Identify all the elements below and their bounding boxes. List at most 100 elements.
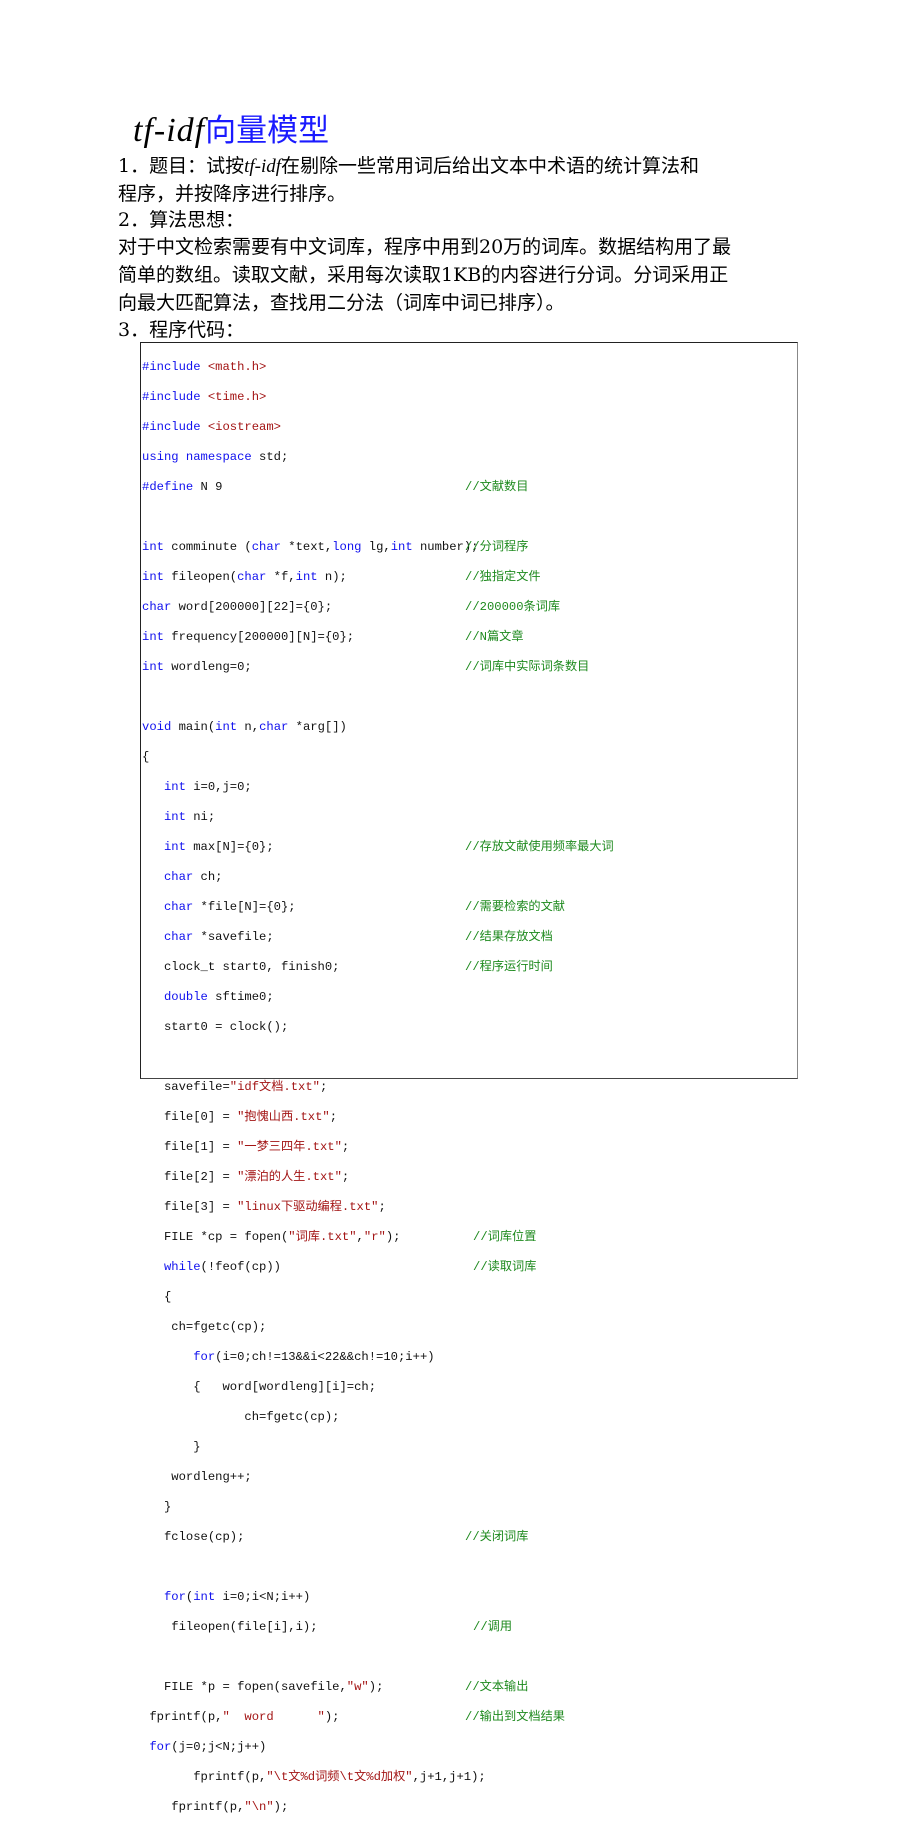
code-line: file[1] = "一梦三四年.txt"; [142, 1140, 486, 1155]
code-token: i=0;i<N;i++) [215, 1590, 311, 1604]
code-line: { [142, 1290, 486, 1305]
code-token: "r" [363, 1230, 386, 1244]
code-token: #include [142, 390, 208, 404]
code-line: for(int i=0;i<N;i++) [142, 1590, 486, 1605]
code-comment: //存放文献使用频率最大词 [465, 840, 614, 854]
code-token: ; [319, 1080, 328, 1094]
code-line: for(i=0;ch!=13&&i<22&&ch!=10;i++) [142, 1350, 486, 1365]
code-line: char *file[N]={0}; //需要检索的文献 [142, 900, 565, 915]
code-token: max[N]={0}; [185, 840, 274, 854]
code-line: ch=fgetc(cp); [142, 1410, 486, 1425]
code-line: char ch; [142, 870, 486, 885]
code-token: for [163, 1590, 186, 1604]
code-comment: //200000条词库 [465, 600, 561, 614]
code-token: (!feof(cp)) [200, 1260, 281, 1274]
code-comment: //文本输出 [465, 1680, 529, 1694]
code-line: #define N 9 //文献数目 [142, 480, 528, 495]
code-comment: //结果存放文档 [465, 930, 553, 944]
code-token: *text, [280, 540, 333, 554]
code-token: std; [251, 450, 289, 464]
code-token: fprintf(p, [142, 1800, 245, 1814]
code-token: "linux下驱动编程.txt" [237, 1200, 379, 1214]
code-line: } [142, 1440, 486, 1455]
code-line: fclose(cp); //关闭词库 [142, 1530, 528, 1545]
code-comment: //独指定文件 [465, 570, 541, 584]
code-line: int max[N]={0}; //存放文献使用频率最大词 [142, 840, 614, 855]
code-token: fprintf(p, [142, 1770, 267, 1784]
code-token: char [163, 870, 194, 884]
code-token: *f, [266, 570, 296, 584]
section-1-line-1: 1．题目：试按tf-idf在剔除一些常用词后给出文本中术语的统计算法和 [118, 152, 798, 181]
code-line: void main(int n,char *arg[]) [142, 720, 486, 735]
code-token: i=0,j=0; [185, 780, 252, 794]
code-token: int [215, 720, 238, 734]
code-line: } [142, 1500, 486, 1515]
code-line: wordleng++; [142, 1470, 486, 1485]
code-token: int [193, 1590, 216, 1604]
code-token: int [142, 660, 164, 674]
code-comment: //需要检索的文献 [465, 900, 565, 914]
code-block: #include <math.h> #include <time.h> #inc… [140, 342, 798, 1814]
code-token: wordleng=0; [163, 660, 252, 674]
code-token: while [163, 1260, 201, 1274]
code-comment: //关闭词库 [465, 1530, 529, 1544]
code-comment: //读取词库 [473, 1260, 537, 1274]
code-token: "\n" [244, 1800, 274, 1814]
code-comment: //调用 [473, 1620, 513, 1634]
code-token: int [163, 810, 186, 824]
code-line: fprintf(p,"\n"); [142, 1800, 486, 1815]
code-token: fileopen(file[i],i); [142, 1620, 318, 1634]
code-token: char [163, 930, 194, 944]
code-token: main( [171, 720, 216, 734]
code-listing: #include <math.h> #include <time.h> #inc… [142, 345, 614, 1830]
document-title: tf-idf向量模型 [133, 108, 329, 153]
code-token: { [142, 750, 150, 764]
code-line: char *savefile; //结果存放文档 [142, 930, 553, 945]
code-comment: //输出到文档结果 [465, 1710, 565, 1724]
code-token: int [142, 630, 164, 644]
code-token: int [163, 780, 186, 794]
section-1-prefix: 1．题目：试按 [118, 155, 245, 177]
code-token: ); [368, 1680, 384, 1694]
code-line: savefile="idf文档.txt"; [142, 1080, 486, 1095]
code-line: double sftime0; [142, 990, 486, 1005]
section-2-heading: 2．算法思想： [118, 209, 245, 231]
code-token: <iostream> [207, 420, 281, 434]
section-2-line-3: 向最大匹配算法，查找用二分法（词库中词已排序）。 [118, 292, 565, 314]
section-1-suffix: 在剔除一些常用词后给出文本中术语的统计算法和 [281, 155, 700, 177]
code-token: int [390, 540, 413, 554]
code-token: ); [385, 1230, 401, 1244]
code-token: *arg[]) [288, 720, 347, 734]
code-token: , [356, 1230, 364, 1244]
code-token: fprintf(p, [142, 1710, 223, 1724]
code-token: *savefile; [193, 930, 274, 944]
code-line: fprintf(p,"\t文%d词频\t文%d加权",j+1,j+1); [142, 1770, 486, 1785]
code-line: int i=0,j=0; [142, 780, 486, 795]
code-line: file[2] = "漂泊的人生.txt"; [142, 1170, 486, 1185]
code-token: (i=0;ch!=13&&i<22&&ch!=10;i++) [215, 1350, 435, 1364]
code-token: FILE *cp = fopen( [142, 1230, 289, 1244]
code-line: { word[wordleng][i]=ch; [142, 1380, 486, 1395]
code-token: comminute ( [163, 540, 252, 554]
code-line: while(!feof(cp)) //读取词库 [142, 1260, 536, 1275]
code-token: "w" [346, 1680, 369, 1694]
code-line: { [142, 750, 486, 765]
code-token: ,j+1,j+1); [412, 1770, 486, 1784]
code-line: fileopen(file[i],i); //调用 [142, 1620, 512, 1635]
code-token: long [332, 540, 362, 554]
code-line: #include <time.h> [142, 390, 486, 405]
code-token: char [237, 570, 267, 584]
code-line: #include <iostream> [142, 420, 486, 435]
code-token: char [163, 900, 194, 914]
code-token: { [142, 1290, 172, 1304]
code-comment: //词库中实际词条数目 [465, 660, 590, 674]
code-token: int [163, 840, 186, 854]
